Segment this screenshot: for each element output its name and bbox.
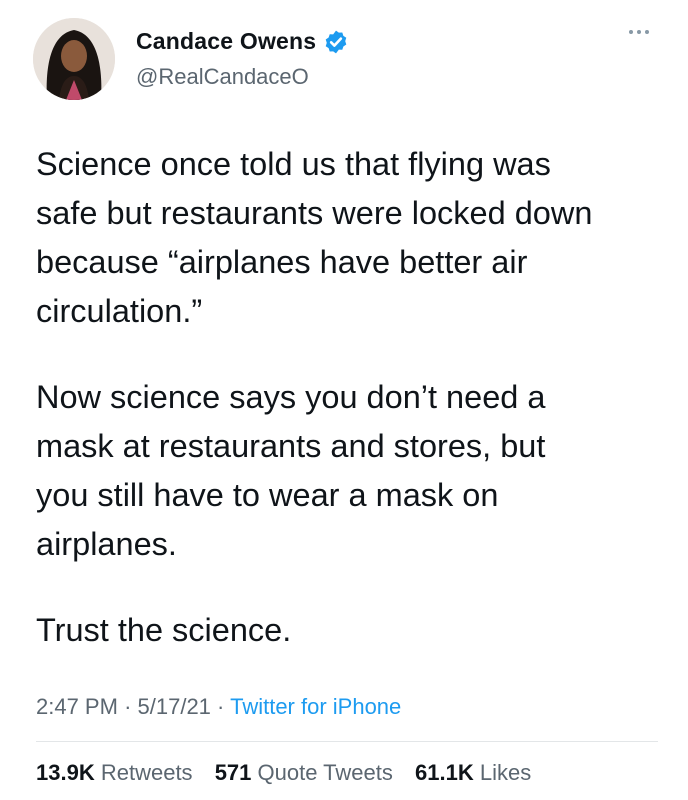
tweet-text-line: Now science says you don’t need a [36,379,546,415]
display-name[interactable]: Candace Owens [136,28,316,55]
tweet-paragraph-3: Trust the science. [36,606,291,655]
likes-count: 61.1K [415,760,474,785]
author-name-row: Candace Owens [136,28,349,55]
tweet-text-line: Trust the science. [36,612,292,648]
engagement-stats: 13.9K Retweets 571 Quote Tweets 61.1K Li… [36,760,547,786]
tweet-card: Candace Owens @RealCandaceO Science once… [0,0,688,800]
tweet-paragraph-2: Now science says you don’t need a mask a… [36,373,545,569]
retweets-stat[interactable]: 13.9K Retweets [36,760,193,785]
tweet-text-line: safe but restaurants were locked down [36,195,593,231]
tweet-date[interactable]: 5/17/21 [138,694,211,719]
tweet-source-link[interactable]: Twitter for iPhone [230,694,401,719]
tweet-paragraph-1: Science once told us that flying was saf… [36,140,592,336]
tweet-text-line: Science once told us that flying was [36,146,551,182]
tweet-metadata: 2:47 PM · 5/17/21 · Twitter for iPhone [36,694,401,720]
user-handle[interactable]: @RealCandaceO [136,64,309,90]
separator: · [217,694,225,719]
separator: · [124,694,132,719]
quote-tweets-count: 571 [214,760,252,785]
quote-tweets-label: Quote Tweets [257,760,393,785]
tweet-text-line: circulation.” [36,293,203,329]
tweet-text-line: because “airplanes have better air [36,244,528,280]
avatar-image [33,18,115,100]
retweets-count: 13.9K [36,760,95,785]
tweet-text-line: you still have to wear a mask on [36,477,499,513]
quote-tweets-stat[interactable]: 571 Quote Tweets [215,760,393,785]
tweet-time[interactable]: 2:47 PM [36,694,118,719]
retweets-label: Retweets [100,760,193,785]
tweet-text-line: airplanes. [36,526,177,562]
more-options-icon[interactable] [621,22,657,42]
likes-stat[interactable]: 61.1K Likes [415,760,531,785]
tweet-text-line: mask at restaurants and stores, but [36,428,546,464]
avatar[interactable] [33,18,115,100]
verified-badge-icon [325,30,347,53]
divider [36,741,658,742]
likes-label: Likes [479,760,532,785]
